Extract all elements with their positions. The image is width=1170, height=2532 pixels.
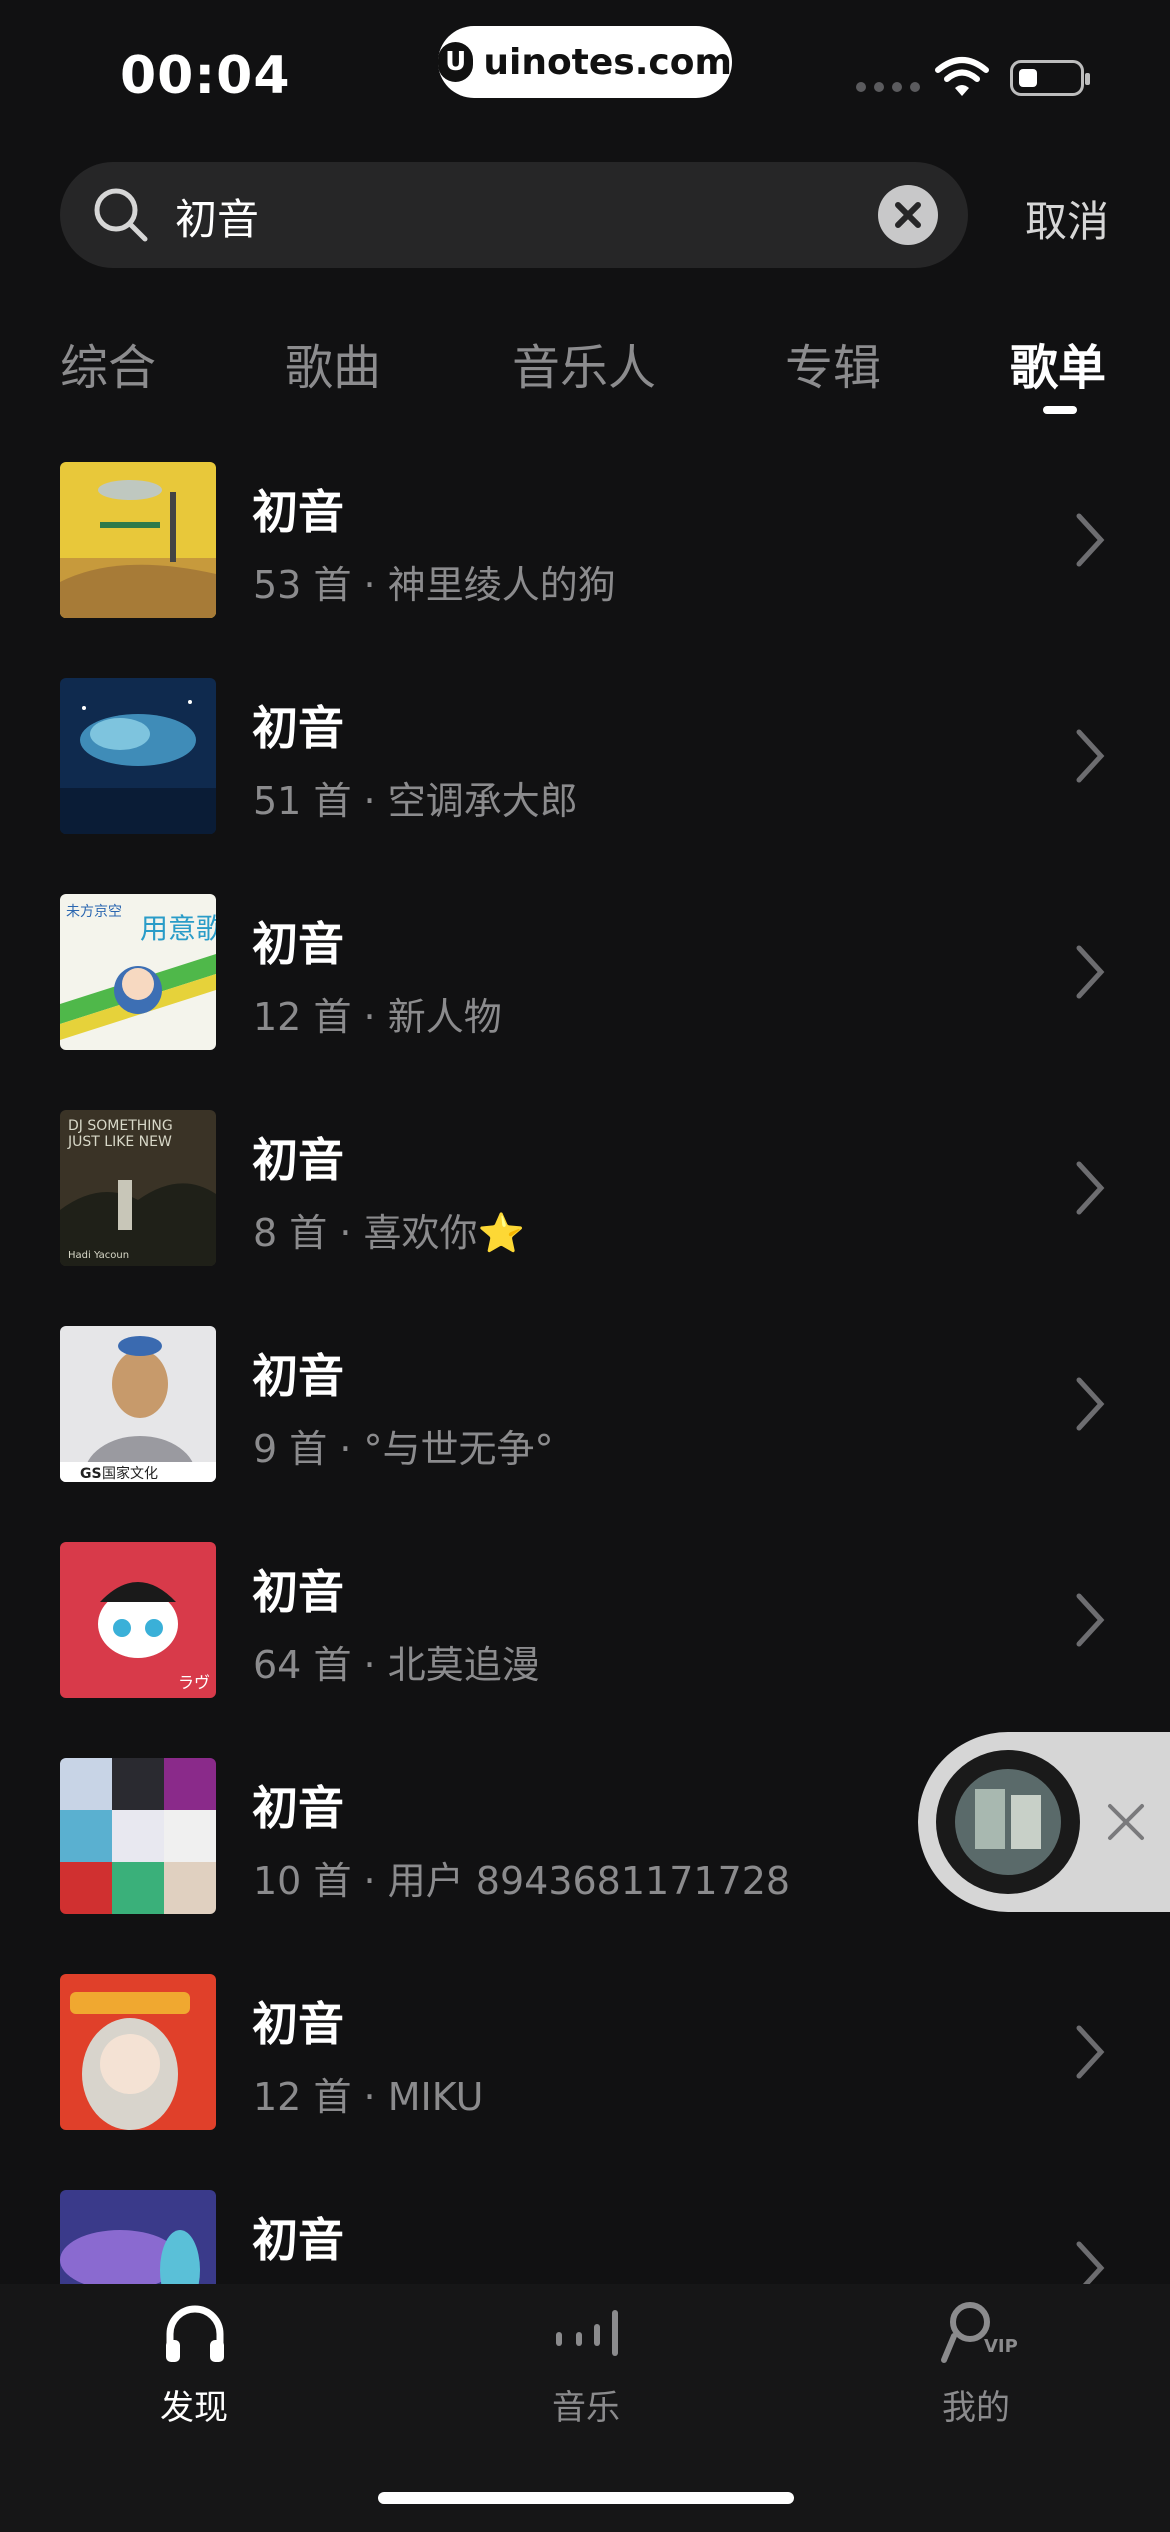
- chevron-right-icon: [1076, 1161, 1105, 1215]
- playlist-cover: [60, 2190, 216, 2284]
- tab-songs[interactable]: 歌曲: [285, 328, 381, 398]
- playlist-meta: 12 首 · 新人物: [253, 995, 502, 1039]
- wifi-icon: [935, 57, 989, 96]
- playlist-meta: 9 首 · °与世无争°: [253, 1427, 554, 1471]
- playlist-cover: ラヴ: [60, 1542, 216, 1698]
- playlist-title: 初音: [252, 1781, 344, 1835]
- nav-label: 音乐: [552, 2388, 620, 2428]
- battery-icon: [1010, 60, 1090, 96]
- playlist-row[interactable]: DJ SOMETHING JUST LIKE NEW Hadi Yacoun 初…: [0, 1110, 1170, 1326]
- playlist-meta: 64 首 · 北莫追漫: [253, 1643, 540, 1687]
- watermark-text: uinotes.com: [483, 41, 732, 83]
- clear-circle-icon: [895, 202, 921, 228]
- svg-text:未方京空: 未方京空: [66, 904, 122, 920]
- chevron-right-icon: [1076, 2025, 1105, 2079]
- chevron-right-icon: [1076, 513, 1105, 567]
- playlist-meta: 51 首 · 空调承大郎: [253, 779, 578, 823]
- playlist-row[interactable]: ラヴ 初音 64 首 · 北莫追漫: [0, 1542, 1170, 1758]
- chevron-right-icon: [1076, 1377, 1105, 1431]
- nav-discover[interactable]: 发现: [140, 2296, 250, 2428]
- tab-all[interactable]: 综合: [60, 328, 156, 398]
- svg-text:Hadi Yacoun: Hadi Yacoun: [68, 1250, 129, 1261]
- playlist-meta: 53 首 · 神里绫人的狗: [253, 563, 616, 607]
- search-input[interactable]: 初音: [175, 186, 259, 247]
- playlist-row[interactable]: 未方京空 用意歌 初音 12 首 · 新人物: [0, 894, 1170, 1110]
- nav-mine[interactable]: VIP 我的: [920, 2296, 1040, 2428]
- vip-profile-icon: VIP: [941, 2302, 1018, 2363]
- close-icon[interactable]: [1104, 1800, 1148, 1844]
- playlist-cover: [60, 462, 216, 618]
- watermark-logo: U: [438, 42, 474, 82]
- playlist-cover: 国家文化 GS: [60, 1326, 216, 1482]
- cancel-button[interactable]: 取消: [1025, 188, 1109, 249]
- mini-player-disc[interactable]: [936, 1750, 1080, 1894]
- nav-label: 发现: [160, 2388, 228, 2428]
- playlist-row[interactable]: 初音 53 首 · 神里绫人的狗: [0, 462, 1170, 678]
- svg-text:ラヴ: ラヴ: [178, 1673, 210, 1692]
- tab-artists[interactable]: 音乐人: [512, 328, 656, 398]
- svg-text:VIP: VIP: [984, 2336, 1018, 2357]
- playlist-row[interactable]: 初音: [0, 2190, 1170, 2284]
- svg-text:DJ SOMETHING: DJ SOMETHING: [68, 1118, 173, 1134]
- cellular-signal-icon: [856, 82, 920, 92]
- playlist-meta: 8 首 · 喜欢你⭐: [253, 1211, 525, 1255]
- playlist-row[interactable]: 初音 12 首 · MIKU: [0, 1974, 1170, 2190]
- chevron-right-icon: [1076, 1593, 1105, 1647]
- playlist-cover: [60, 1758, 216, 1914]
- playlist-cover: [60, 1974, 216, 2130]
- clear-search-button[interactable]: [878, 185, 938, 245]
- playlist-title: 初音: [252, 1997, 344, 2051]
- now-playing-cover: [955, 1769, 1061, 1875]
- chevron-right-icon: [1076, 945, 1105, 999]
- nav-label: 我的: [942, 2388, 1010, 2428]
- chevron-right-icon: [1076, 2241, 1105, 2284]
- headphones-icon: [166, 2305, 224, 2362]
- svg-text:JUST LIKE NEW: JUST LIKE NEW: [67, 1134, 172, 1150]
- playlist-title: 初音: [252, 2213, 344, 2267]
- watermark-badge: U uinotes.com: [438, 26, 732, 98]
- tab-albums[interactable]: 专辑: [785, 328, 881, 398]
- playlist-title: 初音: [252, 1565, 344, 1619]
- svg-text:用意歌: 用意歌: [140, 912, 216, 945]
- status-time: 00:04: [120, 46, 291, 106]
- playlist-title: 初音: [252, 1133, 344, 1187]
- playlist-cover: DJ SOMETHING JUST LIKE NEW Hadi Yacoun: [60, 1110, 216, 1266]
- playlist-row[interactable]: 初音 51 首 · 空调承大郎: [0, 678, 1170, 894]
- playlist-title: 初音: [252, 917, 344, 971]
- playlist-row[interactable]: 国家文化 GS 初音 9 首 · °与世无争°: [0, 1326, 1170, 1542]
- playlist-cover: [60, 678, 216, 834]
- playlist-title: 初音: [252, 701, 344, 755]
- chevron-right-icon: [1076, 729, 1105, 783]
- playlist-title: 初音: [252, 485, 344, 539]
- svg-text:国家文化: 国家文化: [102, 1465, 158, 1482]
- playlist-meta: 10 首 · 用户 8943681171728: [253, 1859, 791, 1903]
- home-indicator: [378, 2492, 794, 2504]
- playlist-cover: 未方京空 用意歌: [60, 894, 216, 1050]
- equalizer-bars-icon: [556, 2310, 618, 2356]
- playlist-meta: 12 首 · MIKU: [253, 2075, 484, 2119]
- playlist-title: 初音: [252, 1349, 344, 1403]
- active-tab-indicator: [1043, 406, 1077, 414]
- svg-text:GS: GS: [80, 1466, 102, 1482]
- nav-music[interactable]: 音乐: [530, 2296, 640, 2428]
- tab-playlists[interactable]: 歌单: [1010, 328, 1106, 398]
- search-icon: [94, 188, 148, 242]
